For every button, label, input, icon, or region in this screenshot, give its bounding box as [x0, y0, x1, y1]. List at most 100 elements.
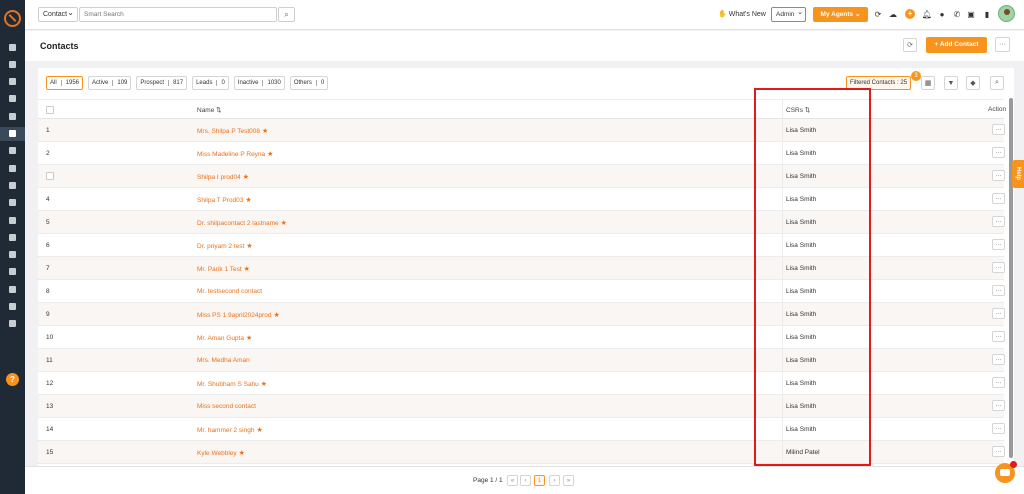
sync-icon[interactable]: ⟳ [873, 9, 883, 19]
contact-name-link[interactable]: Kyle Webbley ★ [197, 449, 245, 457]
contact-name-link[interactable]: Mr. Parik 1 Test ★ [197, 265, 250, 273]
row-action-button[interactable]: ··· [992, 354, 1005, 365]
contact-name-link[interactable]: Miss second contact [197, 403, 256, 410]
bank-icon[interactable] [0, 92, 25, 106]
more-options-button[interactable]: ··· [995, 37, 1010, 52]
filter-button[interactable]: ▼ [944, 76, 958, 90]
next-page-button[interactable]: › [549, 475, 560, 486]
contact-name-link[interactable]: Miss PS 1 9april2024prod ★ [197, 311, 280, 319]
select-all-checkbox[interactable] [46, 106, 54, 114]
avatar[interactable] [998, 5, 1015, 22]
cloud-icon[interactable]: ☁ [888, 9, 898, 19]
row-action-button[interactable]: ··· [992, 400, 1005, 411]
row-action-button[interactable]: ··· [992, 423, 1005, 434]
row-action-button[interactable]: ··· [992, 377, 1005, 388]
filter-icon[interactable] [0, 144, 25, 158]
folder-icon[interactable] [0, 213, 25, 227]
filter-all[interactable]: All 1956 [46, 76, 84, 90]
first-page-button[interactable]: « [507, 475, 518, 486]
chart-icon[interactable] [0, 196, 25, 210]
contact-name-link[interactable]: Mrs. Medha Aman [197, 357, 250, 364]
scrollbar-thumb[interactable] [1009, 98, 1013, 458]
plane-icon[interactable] [0, 282, 25, 296]
document-icon[interactable] [0, 178, 25, 192]
dashboard-icon[interactable] [0, 40, 25, 54]
google-icon[interactable] [0, 230, 25, 244]
row-number: 13 [46, 403, 54, 410]
help-circle-icon[interactable]: ? [6, 373, 19, 386]
filter-count-badge: 3 [911, 71, 921, 81]
star-icon: ★ [245, 335, 253, 342]
vertical-scrollbar[interactable] [1009, 98, 1013, 458]
filter-inactive[interactable]: Inactive 1030 [233, 76, 285, 90]
contact-name: Shilpa T Prod03 [197, 197, 244, 204]
chip-icon[interactable]: ▣ [966, 9, 976, 19]
csr-name: Lisa Smith [786, 196, 817, 203]
row-action-button[interactable]: ··· [992, 331, 1005, 342]
trash-icon[interactable]: ▮ [982, 9, 992, 19]
last-page-button[interactable]: » [563, 475, 574, 486]
mail-icon[interactable] [0, 265, 25, 279]
row-number: 6 [46, 242, 50, 249]
tag-button[interactable]: ◆ [966, 76, 980, 90]
phone-icon[interactable]: ✆ [952, 9, 962, 19]
filter-leads[interactable]: Leads 0 [192, 76, 229, 90]
list-icon[interactable] [0, 109, 25, 123]
add-contact-button[interactable]: + Add Contact [926, 37, 987, 53]
filtered-contacts-badge[interactable]: Filtered Contacts : 25 [846, 76, 912, 90]
search-button[interactable]: ⌕ [278, 7, 295, 22]
role-select[interactable]: Admin [771, 6, 806, 22]
bell-icon[interactable]: 🔔︎ [922, 9, 932, 19]
my-agents-button[interactable]: My Agents ⌄ [813, 7, 868, 22]
search-table-button[interactable]: ⌕ [990, 76, 1004, 90]
csrs-column-header[interactable]: CSRs ⇅ [786, 106, 810, 114]
smart-search-input[interactable] [79, 7, 277, 22]
row-action-button[interactable]: ··· [992, 446, 1005, 457]
help-tab[interactable]: Help [1012, 160, 1024, 188]
contacts-icon[interactable] [0, 126, 25, 141]
name-column-header[interactable]: Name ⇅ [197, 106, 222, 114]
row-action-button[interactable]: ··· [992, 308, 1005, 319]
notification-icon[interactable]: ● [937, 9, 947, 19]
row-action-button[interactable]: ··· [992, 124, 1005, 135]
row-action-button[interactable]: ··· [992, 239, 1005, 250]
contact-name-link[interactable]: Shilpa T Prod03 ★ [197, 196, 252, 204]
row-action-button[interactable]: ··· [992, 216, 1005, 227]
module-select[interactable]: Contact [38, 6, 78, 22]
contact-name-link[interactable]: Mr. testsecond contact [197, 288, 262, 295]
contact-name-link[interactable]: Miss Madeline P Reyna ★ [197, 150, 273, 158]
row-action-button[interactable]: ··· [992, 193, 1005, 204]
user-icon[interactable] [0, 57, 25, 71]
whats-new-link[interactable]: ✋ What's New [718, 10, 766, 18]
table-body: 1 Mrs. Shilpa P Test008 ★ Lisa Smith ··· 2 Mis… [38, 119, 1005, 464]
filter-active[interactable]: Active 109 [88, 76, 132, 90]
calculator-icon[interactable] [0, 248, 25, 262]
megaphone-icon[interactable] [0, 161, 25, 175]
row-action-button[interactable]: ··· [992, 262, 1005, 273]
contact-name-link[interactable]: Dr. priyam 2 test ★ [197, 242, 253, 250]
contact-name-link[interactable]: Mr. hammer 2 singh ★ [197, 426, 263, 434]
gear-icon[interactable] [0, 317, 25, 331]
page-1-button[interactable]: 1 [534, 475, 545, 486]
copy-icon[interactable] [0, 75, 25, 89]
row-number: 9 [46, 311, 50, 318]
filter-prospect[interactable]: Prospect 817 [136, 76, 188, 90]
row-checkbox[interactable] [46, 172, 54, 180]
filter-others[interactable]: Others 0 [289, 76, 329, 90]
contact-name-link[interactable]: Mr. Aman Gupta ★ [197, 334, 252, 342]
analytics-icon[interactable] [0, 300, 25, 314]
add-plus-icon[interactable]: + [905, 9, 915, 19]
contact-name-link[interactable]: Mr. Shubham S Sahu ★ [197, 380, 267, 388]
refresh-button[interactable]: ⟳ [903, 38, 917, 52]
csr-name: Lisa Smith [786, 265, 817, 272]
logo-icon[interactable] [4, 10, 21, 27]
prev-page-button[interactable]: ‹ [520, 475, 531, 486]
contact-name-link[interactable]: Dr. shilpacontact 2 lastname ★ [197, 219, 287, 227]
grid-view-button[interactable]: ▦ [921, 76, 935, 90]
row-action-button[interactable]: ··· [992, 147, 1005, 158]
contact-name: Mr. testsecond contact [197, 288, 263, 295]
row-action-button[interactable]: ··· [992, 285, 1005, 296]
contact-name-link[interactable]: Mrs. Shilpa P Test008 ★ [197, 127, 268, 135]
contact-name-link[interactable]: Shilpa I prod04 ★ [197, 173, 249, 181]
row-action-button[interactable]: ··· [992, 170, 1005, 181]
